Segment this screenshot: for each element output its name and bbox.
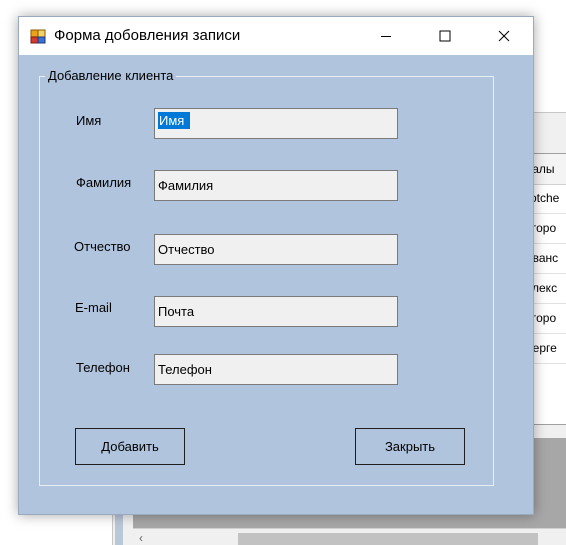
horizontal-scrollbar[interactable]: ‹: [133, 528, 566, 545]
desktop: малы Jotche Егоро Иванс Алекс Егоро Серг…: [0, 0, 566, 545]
close-button[interactable]: Закрыть: [355, 428, 465, 465]
window-title: Форма добовления записи: [54, 27, 241, 44]
email-label: E-mail: [75, 300, 112, 315]
title-bar[interactable]: Форма добовления записи: [19, 17, 533, 55]
phone-field[interactable]: [154, 354, 398, 385]
close-icon: [498, 30, 510, 42]
first-name-label: Имя: [76, 113, 102, 128]
maximize-icon: [439, 30, 451, 42]
minimize-button[interactable]: [357, 17, 415, 55]
email-field[interactable]: [154, 296, 398, 327]
scroll-left-icon[interactable]: ‹: [139, 531, 143, 545]
middle-name-field[interactable]: [154, 234, 398, 265]
scrollbar-thumb[interactable]: [238, 533, 538, 545]
groupbox-title: Добавление клиента: [45, 68, 177, 84]
add-button[interactable]: Добавить: [75, 428, 185, 465]
phone-label: Телефон: [76, 360, 130, 375]
maximize-button[interactable]: [416, 17, 474, 55]
minimize-icon: [381, 36, 391, 37]
last-name-label: Фамилия: [76, 175, 132, 190]
middle-name-label: Отчество: [74, 239, 131, 254]
last-name-field[interactable]: [154, 170, 398, 201]
add-record-dialog: Форма добовления записи Добавление клиен…: [18, 16, 534, 515]
form-app-icon: [30, 28, 46, 44]
first-name-field[interactable]: [154, 108, 398, 139]
close-window-button[interactable]: [475, 17, 533, 55]
